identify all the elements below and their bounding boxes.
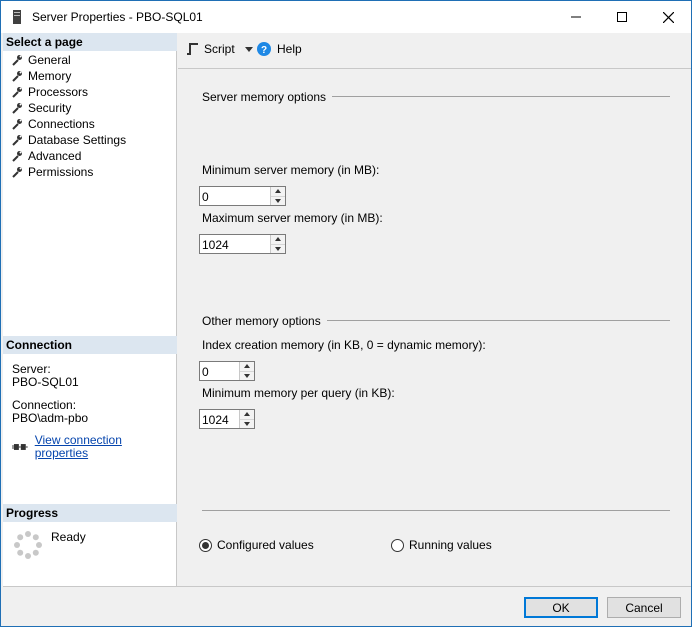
spin-down-icon[interactable] [271,243,285,253]
spin-up-icon[interactable] [271,235,285,244]
view-connection-row: View connection properties [12,434,176,460]
progress-header: Progress [3,504,177,522]
wrench-icon [12,71,22,82]
page-item-label: Database Settings [28,133,127,147]
memory-page: Server memory options Minimum server mem… [178,70,691,586]
connection-header: Connection [3,336,177,354]
min-server-memory-input[interactable]: 0 [199,186,286,206]
cancel-button[interactable]: Cancel [607,597,681,618]
page-item-label: Processors [28,85,89,99]
page-item-database-settings[interactable]: Database Settings [3,132,177,148]
script-button[interactable]: Script [186,42,253,56]
max-server-memory-input[interactable]: 1024 [199,234,286,254]
progress-status: Ready [51,530,86,544]
svg-text:?: ? [261,45,267,56]
wrench-icon [12,151,22,162]
spin-down-icon[interactable] [240,418,254,428]
minimize-icon [571,16,581,18]
toolbar: Script ? Help [178,33,691,69]
server-memory-group-title: Server memory options [202,90,333,104]
page-item-connections[interactable]: Connections [3,116,177,132]
index-creation-memory-input[interactable]: 0 [199,361,255,381]
min-server-memory-spinner[interactable] [270,187,285,205]
view-connection-properties-link[interactable]: View connection properties [35,434,176,460]
page-item-label: Permissions [28,165,94,179]
script-icon [187,43,198,55]
page-item-label: Security [28,101,72,115]
page-item-label: Memory [28,69,72,83]
wrench-icon [12,167,22,178]
page-list: General Memory Processors Security Conne… [3,52,177,180]
connection-value: PBO\adm-pbo [12,411,89,425]
left-pane: Select a page General Memory Processors … [3,33,177,586]
other-memory-group-title: Other memory options [202,314,327,328]
page-item-processors[interactable]: Processors [3,84,177,100]
minimize-button[interactable] [553,1,599,33]
page-item-label: General [28,53,71,67]
page-item-general[interactable]: General [3,52,177,68]
min-server-memory-label: Minimum server memory (in MB): [202,163,380,177]
min-memory-per-query-label: Minimum memory per query (in KB): [202,386,395,400]
wrench-icon [12,103,22,114]
page-item-memory[interactable]: Memory [3,68,177,84]
dropdown-arrow-icon[interactable] [244,46,253,52]
configured-values-radio[interactable]: Configured values [199,538,314,552]
configured-values-label: Configured values [217,538,314,552]
min-memory-per-query-spinner[interactable] [239,410,254,428]
page-item-label: Connections [28,117,95,131]
page-item-advanced[interactable]: Advanced [3,148,177,164]
min-memory-per-query-input[interactable]: 1024 [199,409,255,429]
spin-up-icon[interactable] [271,187,285,196]
wrench-icon [12,119,22,130]
index-creation-memory-spinner[interactable] [239,362,254,380]
dialog-footer: OK Cancel [3,586,691,626]
running-values-radio[interactable]: Running values [391,538,492,552]
ok-button[interactable]: OK [524,597,598,618]
wrench-icon [12,135,22,146]
select-page-header: Select a page [3,33,177,51]
maximize-icon [617,12,627,22]
server-properties-dialog: Server Properties - PBO-SQL01 Select a p… [0,0,692,627]
spinner-icon [14,531,42,559]
radio-circle [391,538,404,552]
max-server-memory-spinner[interactable] [270,235,285,253]
page-item-security[interactable]: Security [3,100,177,116]
help-button[interactable]: ? Help [257,42,302,56]
spin-up-icon[interactable] [240,362,254,371]
max-server-memory-label: Maximum server memory (in MB): [202,211,383,225]
plug-icon [12,444,28,450]
title-bar: Server Properties - PBO-SQL01 [1,1,691,33]
maximize-button[interactable] [599,1,645,33]
wrench-icon [12,55,22,66]
server-icon [13,10,21,24]
index-creation-memory-label: Index creation memory (in KB, 0 = dynami… [202,338,486,352]
close-button[interactable] [645,1,691,33]
help-label: Help [277,42,302,56]
page-item-permissions[interactable]: Permissions [3,164,177,180]
max-server-memory-value: 1024 [202,238,229,252]
radio-circle [199,538,212,552]
min-server-memory-value: 0 [202,190,209,204]
server-value: PBO-SQL01 [12,375,79,389]
spin-down-icon[interactable] [240,370,254,380]
index-creation-memory-value: 0 [202,365,209,379]
window-title: Server Properties - PBO-SQL01 [32,10,203,24]
running-values-label: Running values [409,538,492,552]
spin-down-icon[interactable] [271,195,285,205]
min-memory-per-query-value: 1024 [202,413,229,427]
page-item-label: Advanced [28,149,82,163]
help-icon: ? [257,42,271,56]
spin-up-icon[interactable] [240,410,254,419]
wrench-icon [12,87,22,98]
radio-dot [202,541,209,549]
close-icon [662,11,674,23]
script-label: Script [204,42,235,56]
values-divider [202,510,670,511]
